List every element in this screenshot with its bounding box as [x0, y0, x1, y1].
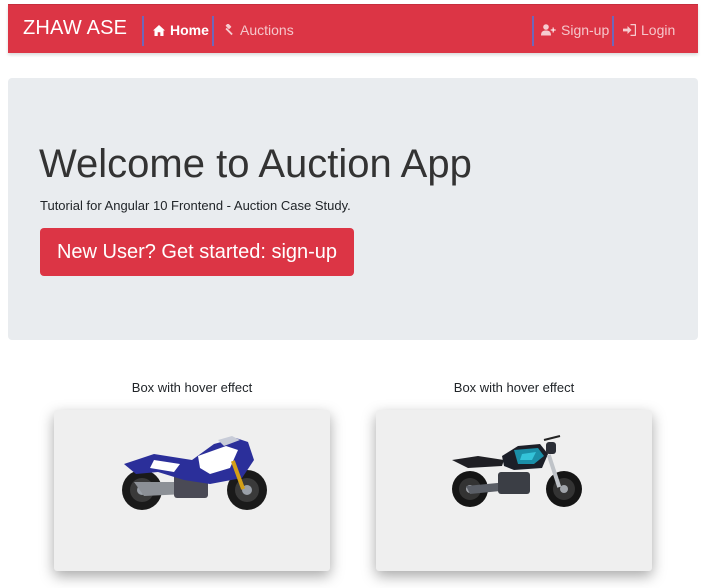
- nav-home[interactable]: Home: [153, 22, 209, 38]
- navbar: ZHAW ASE Home Auctions Sign-up Login: [8, 4, 698, 53]
- nav-home-label: Home: [170, 22, 209, 38]
- home-icon: [153, 24, 165, 36]
- hover-box[interactable]: [54, 410, 330, 571]
- nav-login[interactable]: Login: [623, 22, 675, 38]
- motorcycle-image: [122, 436, 267, 510]
- nav-signup[interactable]: Sign-up: [541, 22, 609, 38]
- brand[interactable]: ZHAW ASE: [23, 17, 127, 40]
- hover-box[interactable]: [376, 410, 652, 571]
- nav-separator: [212, 16, 214, 46]
- motorcycle-image: [452, 435, 582, 507]
- user-plus-icon: [541, 24, 556, 36]
- nav-auctions[interactable]: Auctions: [223, 22, 294, 38]
- nav-separator: [532, 16, 534, 46]
- jumbotron: Welcome to Auction App Tutorial for Angu…: [8, 78, 698, 340]
- nav-signup-label: Sign-up: [561, 22, 610, 38]
- page-title: Welcome to Auction App: [39, 142, 472, 186]
- nav-separator: [142, 16, 144, 46]
- jumbotron-lead: Tutorial for Angular 10 Frontend - Aucti…: [40, 198, 351, 213]
- box-caption: Box with hover effect: [131, 380, 253, 395]
- nav-separator: [612, 16, 614, 46]
- gavel-icon: [223, 24, 235, 36]
- get-started-signup-button[interactable]: New User? Get started: sign-up: [40, 228, 354, 276]
- sign-in-icon: [623, 24, 636, 36]
- box-caption: Box with hover effect: [453, 380, 575, 395]
- nav-auctions-label: Auctions: [240, 22, 294, 38]
- nav-login-label: Login: [641, 22, 676, 38]
